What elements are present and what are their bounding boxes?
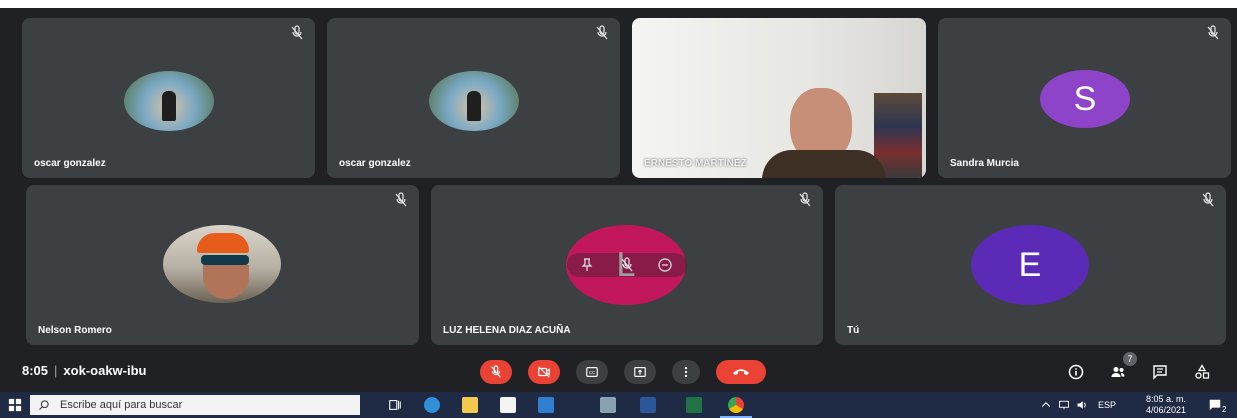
participant-name: LUZ HELENA DIAZ ACUÑA bbox=[443, 325, 571, 336]
file-explorer-icon[interactable] bbox=[462, 397, 478, 413]
meeting-time: 8:05 bbox=[22, 363, 49, 378]
participant-tile[interactable]: S Sandra Murcia bbox=[938, 18, 1231, 178]
participant-video-body bbox=[762, 150, 886, 178]
participant-avatar-photo bbox=[124, 71, 214, 131]
info-icon bbox=[1068, 364, 1084, 380]
language-indicator[interactable]: ESP bbox=[1098, 400, 1116, 410]
pin-icon[interactable] bbox=[579, 257, 595, 273]
participant-avatar-photo bbox=[163, 225, 281, 303]
windows-taskbar: Escribe aquí para buscar ESP 8:05 a. m. … bbox=[0, 392, 1237, 418]
end-call-icon bbox=[733, 369, 749, 375]
captions-button[interactable]: CC bbox=[576, 360, 608, 384]
captions-icon: CC bbox=[586, 367, 598, 377]
participant-name: Nelson Romero bbox=[38, 325, 112, 336]
mic-off-icon bbox=[1207, 25, 1219, 40]
mic-off-icon bbox=[799, 192, 811, 207]
word-icon[interactable] bbox=[640, 397, 656, 413]
meeting-info: 8:05 | xok-oakw-ibu bbox=[22, 363, 147, 378]
more-options-button[interactable] bbox=[672, 360, 700, 384]
chevron-up-icon[interactable] bbox=[1040, 399, 1052, 411]
camera-off-icon bbox=[538, 366, 550, 378]
meeting-control-bar: 8:05 | xok-oakw-ibu CC 7 bbox=[0, 350, 1237, 392]
people-count-badge: 7 bbox=[1123, 352, 1137, 366]
participant-avatar-photo bbox=[429, 71, 519, 131]
store-icon[interactable] bbox=[500, 397, 516, 413]
participant-name: Sandra Murcia bbox=[950, 158, 1019, 169]
calculator-app-icon[interactable] bbox=[600, 397, 616, 413]
meeting-code: xok-oakw-ibu bbox=[63, 363, 147, 378]
chat-button[interactable] bbox=[1150, 362, 1170, 382]
excel-icon[interactable] bbox=[686, 397, 702, 413]
activities-icon bbox=[1195, 364, 1210, 379]
participant-tile[interactable]: oscar gonzalez bbox=[22, 18, 315, 178]
people-icon bbox=[1111, 367, 1125, 377]
mic-off-icon bbox=[1202, 192, 1214, 207]
participant-name: oscar gonzalez bbox=[34, 158, 106, 169]
participant-tile[interactable]: Nelson Romero bbox=[26, 185, 419, 345]
windows-start-icon[interactable] bbox=[8, 398, 22, 412]
more-vert-icon bbox=[684, 366, 688, 378]
mic-off-icon bbox=[491, 365, 501, 378]
camera-toggle-button[interactable] bbox=[528, 360, 560, 384]
present-now-button[interactable] bbox=[624, 360, 656, 384]
participant-tile[interactable]: L LUZ HELENA DIAZ ACUÑA bbox=[431, 185, 823, 345]
participant-avatar-initial: E bbox=[971, 225, 1089, 305]
mic-off-icon bbox=[395, 192, 407, 207]
activities-button[interactable] bbox=[1192, 362, 1212, 382]
network-icon[interactable] bbox=[1058, 399, 1070, 411]
chrome-icon[interactable] bbox=[728, 397, 744, 413]
volume-icon[interactable] bbox=[1076, 399, 1088, 411]
participant-tile-video[interactable]: ERNESTO MARTINEZ bbox=[632, 18, 926, 178]
participant-name: Tú bbox=[847, 325, 860, 336]
participant-name: ERNESTO MARTINEZ bbox=[644, 158, 747, 169]
participant-tile-self[interactable]: E Tú bbox=[835, 185, 1226, 345]
mute-participant-icon[interactable] bbox=[619, 257, 635, 273]
svg-text:CC: CC bbox=[589, 370, 595, 375]
present-icon bbox=[634, 367, 646, 377]
search-placeholder: Escribe aquí para buscar bbox=[60, 399, 183, 411]
notifications-icon[interactable] bbox=[1208, 398, 1222, 412]
mic-off-icon bbox=[596, 25, 608, 40]
participant-tile[interactable]: oscar gonzalez bbox=[327, 18, 620, 178]
clock-date[interactable]: 4/06/2021 bbox=[1146, 405, 1186, 415]
task-view-icon[interactable] bbox=[388, 398, 402, 412]
clock-time[interactable]: 8:05 a. m. bbox=[1146, 394, 1186, 404]
mic-off-icon bbox=[291, 25, 303, 40]
remove-icon[interactable] bbox=[657, 257, 673, 273]
show-everyone-button[interactable] bbox=[1108, 362, 1128, 382]
edge-icon[interactable] bbox=[424, 397, 440, 413]
mic-toggle-button[interactable] bbox=[480, 360, 512, 384]
mail-icon[interactable] bbox=[538, 397, 554, 413]
search-icon bbox=[39, 400, 49, 410]
tile-hover-controls bbox=[567, 253, 687, 277]
separator: | bbox=[54, 363, 58, 378]
notification-count: 2 bbox=[1222, 405, 1227, 414]
top-border bbox=[0, 0, 1237, 8]
participant-name: oscar gonzalez bbox=[339, 158, 411, 169]
taskbar-search-box[interactable]: Escribe aquí para buscar bbox=[30, 395, 360, 415]
chat-icon bbox=[1153, 365, 1167, 380]
participant-avatar-initial: S bbox=[1040, 70, 1130, 128]
leave-call-button[interactable] bbox=[716, 360, 766, 384]
meeting-details-button[interactable] bbox=[1066, 362, 1086, 382]
